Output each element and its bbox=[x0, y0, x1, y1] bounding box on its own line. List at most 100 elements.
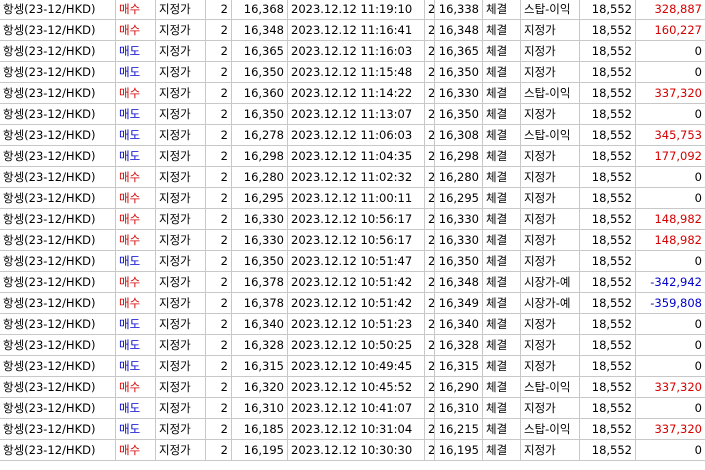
table-row[interactable]: 항셍(23-12/HKD) 매수 지정가 2 16,348 2023.12.12 11:1… bbox=[0, 20, 705, 41]
pnl-cell: 0 bbox=[694, 191, 702, 205]
order-price-cell: 16,310 bbox=[232, 398, 288, 418]
instrument-name-cell: 항셍(23-12/HKD) bbox=[0, 398, 116, 418]
order-type-cell: 지정가 bbox=[156, 377, 206, 397]
fill-price-cell: 16,280 bbox=[435, 167, 483, 187]
order-qty-cell: 2 bbox=[206, 104, 232, 124]
pnl-cell: 0 bbox=[694, 359, 702, 373]
order-time-cell: 2023.12.12 10:51:42 bbox=[288, 272, 425, 292]
exec-type-cell: 스탑-이익 bbox=[521, 83, 580, 103]
table-row[interactable]: 항셍(23-12/HKD) 매도 지정가 2 16,350 2023.12.12 11:1… bbox=[0, 104, 705, 125]
table-row[interactable]: 항셍(23-12/HKD) 매도 지정가 2 16,365 2023.12.12 11:1… bbox=[0, 41, 705, 62]
exec-type-cell: 지정가 bbox=[521, 314, 580, 334]
table-row[interactable]: 항셍(23-12/HKD) 매수 지정가 2 16,378 2023.12.12 10:5… bbox=[0, 293, 705, 314]
side-cell: 매수 bbox=[116, 188, 156, 208]
instrument-name-cell: 항셍(23-12/HKD) bbox=[0, 314, 116, 334]
status-cell: 체결 bbox=[483, 440, 521, 460]
order-qty-cell: 2 bbox=[206, 83, 232, 103]
order-type-cell: 지정가 bbox=[156, 272, 206, 292]
table-row[interactable]: 항셍(23-12/HKD) 매수 지정가 2 16,195 2023.12.12 10:3… bbox=[0, 440, 705, 461]
table-row[interactable]: 항셍(23-12/HKD) 매수 지정가 2 16,280 2023.12.12 11:0… bbox=[0, 167, 705, 188]
instrument-name-cell: 항셍(23-12/HKD) bbox=[0, 146, 116, 166]
fill-qty-cell: 2 bbox=[425, 377, 435, 397]
exec-type-cell: 지정가 bbox=[521, 398, 580, 418]
fill-qty-cell: 2 bbox=[425, 272, 435, 292]
order-price-cell: 16,195 bbox=[232, 440, 288, 460]
instrument-name-cell: 항셍(23-12/HKD) bbox=[0, 20, 116, 40]
table-row[interactable]: 항셍(23-12/HKD) 매수 지정가 2 16,368 2023.12.12 11:1… bbox=[0, 0, 705, 20]
fill-qty-cell: 2 bbox=[425, 188, 435, 208]
order-price-cell: 16,278 bbox=[232, 125, 288, 145]
margin-cell: 18,552 bbox=[580, 20, 636, 40]
order-qty-cell: 2 bbox=[206, 0, 232, 19]
side-cell: 매수 bbox=[116, 272, 156, 292]
order-price-cell: 16,295 bbox=[232, 188, 288, 208]
fill-price-cell: 16,348 bbox=[435, 272, 483, 292]
margin-cell: 18,552 bbox=[580, 440, 636, 460]
fill-qty-cell: 2 bbox=[425, 230, 435, 250]
order-type-cell: 지정가 bbox=[156, 167, 206, 187]
order-price-cell: 16,378 bbox=[232, 293, 288, 313]
status-cell: 체결 bbox=[483, 377, 521, 397]
order-type-cell: 지정가 bbox=[156, 0, 206, 19]
fill-qty-cell: 2 bbox=[425, 251, 435, 271]
order-type-cell: 지정가 bbox=[156, 125, 206, 145]
margin-cell: 18,552 bbox=[580, 251, 636, 271]
table-row[interactable]: 항셍(23-12/HKD) 매도 지정가 2 16,185 2023.12.12 10:3… bbox=[0, 419, 705, 440]
margin-cell: 18,552 bbox=[580, 0, 636, 19]
status-cell: 체결 bbox=[483, 230, 521, 250]
order-time-cell: 2023.12.12 10:56:17 bbox=[288, 230, 425, 250]
table-row[interactable]: 항셍(23-12/HKD) 매수 지정가 2 16,295 2023.12.12 11:0… bbox=[0, 188, 705, 209]
order-time-cell: 2023.12.12 11:15:48 bbox=[288, 62, 425, 82]
table-row[interactable]: 항셍(23-12/HKD) 매수 지정가 2 16,378 2023.12.12 10:5… bbox=[0, 272, 705, 293]
pnl-cell: 337,320 bbox=[654, 380, 702, 394]
pnl-cell: 148,982 bbox=[654, 233, 702, 247]
order-time-cell: 2023.12.12 10:31:04 bbox=[288, 419, 425, 439]
exec-type-cell: 지정가 bbox=[521, 356, 580, 376]
fill-price-cell: 16,310 bbox=[435, 398, 483, 418]
table-row[interactable]: 항셍(23-12/HKD) 매수 지정가 2 16,360 2023.12.12 11:1… bbox=[0, 83, 705, 104]
margin-cell: 18,552 bbox=[580, 188, 636, 208]
table-row[interactable]: 항셍(23-12/HKD) 매수 지정가 2 16,320 2023.12.12 10:4… bbox=[0, 377, 705, 398]
order-price-cell: 16,330 bbox=[232, 209, 288, 229]
margin-cell: 18,552 bbox=[580, 125, 636, 145]
side-cell: 매도 bbox=[116, 356, 156, 376]
pnl-cell: 148,982 bbox=[654, 212, 702, 226]
order-qty-cell: 2 bbox=[206, 188, 232, 208]
order-qty-cell: 2 bbox=[206, 230, 232, 250]
table-row[interactable]: 항셍(23-12/HKD) 매도 지정가 2 16,350 2023.12.12 11:1… bbox=[0, 62, 705, 83]
table-row[interactable]: 항셍(23-12/HKD) 매수 지정가 2 16,330 2023.12.12 10:5… bbox=[0, 230, 705, 251]
margin-cell: 18,552 bbox=[580, 398, 636, 418]
side-cell: 매수 bbox=[116, 0, 156, 19]
margin-cell: 18,552 bbox=[580, 209, 636, 229]
pnl-cell: 177,092 bbox=[654, 149, 702, 163]
exec-type-cell: 스탑-이익 bbox=[521, 419, 580, 439]
fill-qty-cell: 2 bbox=[425, 440, 435, 460]
status-cell: 체결 bbox=[483, 251, 521, 271]
exec-type-cell: 지정가 bbox=[521, 167, 580, 187]
instrument-name-cell: 항셍(23-12/HKD) bbox=[0, 104, 116, 124]
table-row[interactable]: 항셍(23-12/HKD) 매도 지정가 2 16,350 2023.12.12 10:5… bbox=[0, 251, 705, 272]
pnl-cell: 0 bbox=[694, 65, 702, 79]
pnl-cell: 0 bbox=[694, 317, 702, 331]
table-row[interactable]: 항셍(23-12/HKD) 매도 지정가 2 16,315 2023.12.12 10:4… bbox=[0, 356, 705, 377]
order-time-cell: 2023.12.12 10:45:52 bbox=[288, 377, 425, 397]
fill-price-cell: 16,328 bbox=[435, 335, 483, 355]
fill-qty-cell: 2 bbox=[425, 41, 435, 61]
table-row[interactable]: 항셍(23-12/HKD) 매도 지정가 2 16,340 2023.12.12 10:5… bbox=[0, 314, 705, 335]
table-row[interactable]: 항셍(23-12/HKD) 매수 지정가 2 16,330 2023.12.12 10:5… bbox=[0, 209, 705, 230]
side-cell: 매수 bbox=[116, 20, 156, 40]
table-row[interactable]: 항셍(23-12/HKD) 매도 지정가 2 16,278 2023.12.12 11:0… bbox=[0, 125, 705, 146]
exec-type-cell: 지정가 bbox=[521, 146, 580, 166]
status-cell: 체결 bbox=[483, 293, 521, 313]
exec-type-cell: 지정가 bbox=[521, 62, 580, 82]
side-cell: 매도 bbox=[116, 146, 156, 166]
table-row[interactable]: 항셍(23-12/HKD) 매도 지정가 2 16,328 2023.12.12 10:5… bbox=[0, 335, 705, 356]
table-row[interactable]: 항셍(23-12/HKD) 매도 지정가 2 16,310 2023.12.12 10:4… bbox=[0, 398, 705, 419]
instrument-name-cell: 항셍(23-12/HKD) bbox=[0, 251, 116, 271]
instrument-name-cell: 항셍(23-12/HKD) bbox=[0, 125, 116, 145]
order-type-cell: 지정가 bbox=[156, 251, 206, 271]
pnl-cell: 0 bbox=[694, 107, 702, 121]
margin-cell: 18,552 bbox=[580, 272, 636, 292]
table-row[interactable]: 항셍(23-12/HKD) 매도 지정가 2 16,298 2023.12.12 11:0… bbox=[0, 146, 705, 167]
instrument-name-cell: 항셍(23-12/HKD) bbox=[0, 41, 116, 61]
